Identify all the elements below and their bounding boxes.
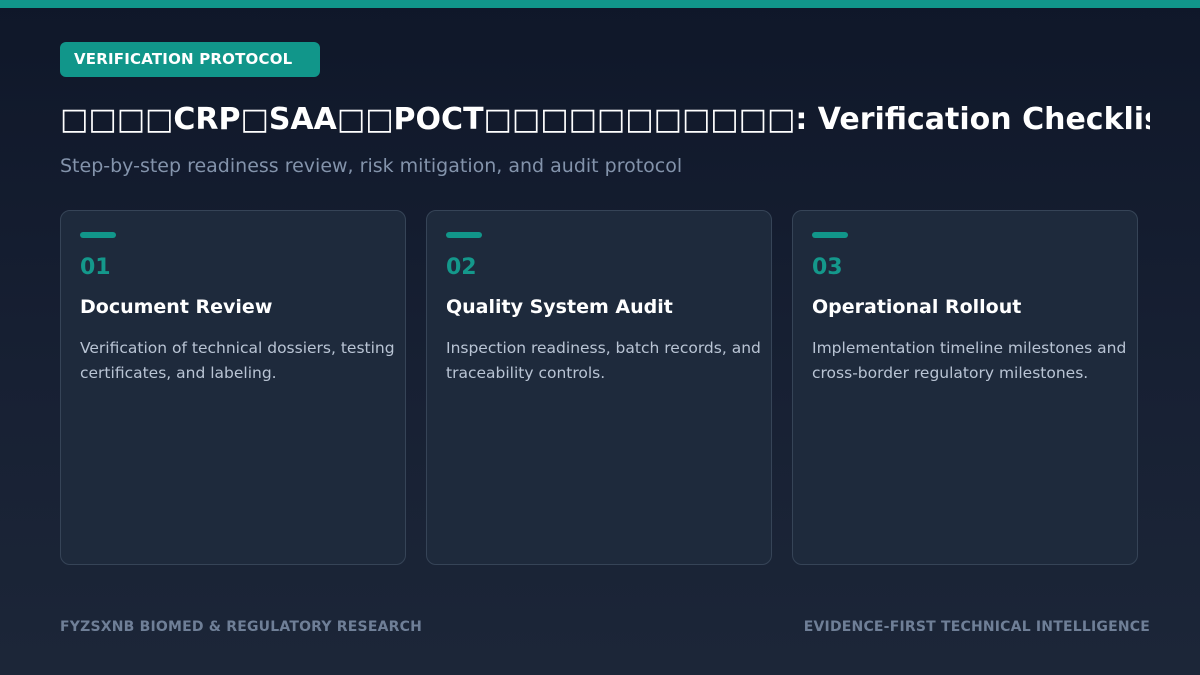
card-accent-bar [812, 232, 848, 238]
step-card-3: 03 Operational Rollout Implementation ti… [792, 210, 1138, 565]
step-number: 02 [446, 255, 477, 280]
card-accent-bar [446, 232, 482, 238]
step-card-1: 01 Document Review Verification of techn… [60, 210, 406, 565]
card-accent-bar [80, 232, 116, 238]
page-subtitle: Step-by-step readiness review, risk miti… [60, 155, 683, 177]
step-number: 03 [812, 255, 843, 280]
step-description: Inspection readiness, batch records, and… [446, 339, 761, 382]
step-number: 01 [80, 255, 111, 280]
section-badge: VERIFICATION PROTOCOL [60, 42, 320, 77]
step-title: Quality System Audit [446, 296, 673, 318]
page-title: □□□□CRP□SAA□□POCT□□□□□□□□□□□: Verificati… [60, 102, 1150, 137]
footer-tagline: EVIDENCE-FIRST TECHNICAL INTELLIGENCE [803, 619, 1150, 635]
top-accent-bar [0, 0, 1200, 8]
step-card-2: 02 Quality System Audit Inspection readi… [426, 210, 772, 565]
footer-brand: FYZSXNB BIOMED & REGULATORY RESEARCH [60, 619, 422, 635]
step-description: Verification of technical dossiers, test… [80, 339, 395, 382]
step-title: Operational Rollout [812, 296, 1022, 318]
step-title: Document Review [80, 296, 273, 318]
step-description: Implementation timeline milestones and c… [812, 339, 1127, 382]
